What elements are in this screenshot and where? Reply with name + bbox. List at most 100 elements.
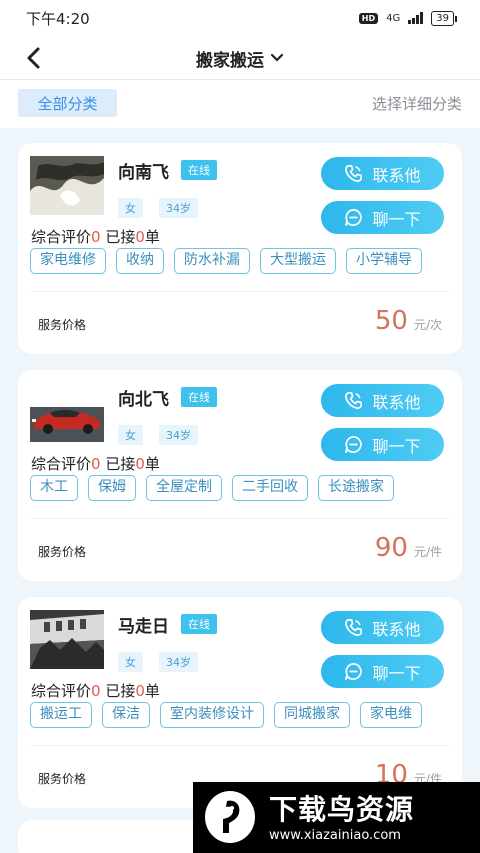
rating-label: 综合评价 <box>31 455 92 473</box>
skill-tag[interactable]: 家电维 <box>360 702 422 728</box>
chat-bubble-icon <box>345 663 363 680</box>
status-bar: 下午4:20 HD 4G 39 <box>0 0 480 36</box>
contact-button[interactable]: 联系他 <box>321 157 444 190</box>
chat-button[interactable]: 聊一下 <box>321 201 444 234</box>
skill-tag[interactable]: 同城搬家 <box>274 702 350 728</box>
chat-label: 聊一下 <box>372 438 421 456</box>
price-label: 服务价格 <box>38 772 87 786</box>
status-time: 下午4:20 <box>26 9 90 28</box>
provider-card[interactable]: 向北飞 在线 女 34岁 综合评价0 已接0单 联系他 聊一下 木工 保姆 全屋… <box>18 370 462 581</box>
rating-value: 0 <box>91 455 101 473</box>
status-icons: HD 4G 39 <box>358 10 457 26</box>
online-badge: 在线 <box>181 160 217 180</box>
skill-tag[interactable]: 室内装修设计 <box>160 702 264 728</box>
all-categories-button[interactable]: 全部分类 <box>18 89 117 117</box>
provider-name: 向南飞 <box>118 163 169 183</box>
watermark-url: www.xiazainiao.com <box>269 828 401 843</box>
chat-bubble-icon <box>345 436 363 453</box>
battery-icon: 39 <box>431 10 457 26</box>
avatar <box>30 156 104 215</box>
avatar <box>30 610 104 669</box>
contact-button[interactable]: 联系他 <box>321 384 444 417</box>
avatar <box>30 383 104 442</box>
taken-suffix: 单 <box>144 455 160 473</box>
skill-tag[interactable]: 二手回收 <box>232 475 308 501</box>
gender-tag: 女 <box>118 198 143 218</box>
divider <box>31 745 449 746</box>
price: 50 元/次 <box>375 306 442 336</box>
chat-button[interactable]: 聊一下 <box>321 655 444 688</box>
phone-icon <box>345 619 363 636</box>
skill-tags: 搬运工 保洁 室内装修设计 同城搬家 家电维 <box>30 702 462 730</box>
watermark-overlay: 下载鸟资源 www.xiazainiao.com <box>193 782 480 853</box>
skill-tag[interactable]: 小学辅导 <box>346 248 422 274</box>
back-arrow-icon[interactable] <box>20 44 48 72</box>
online-badge: 在线 <box>181 614 217 634</box>
skill-tag[interactable]: 家电维修 <box>30 248 106 274</box>
signal-icon <box>408 12 424 24</box>
price-label: 服务价格 <box>38 318 87 332</box>
age-tag: 34岁 <box>159 198 198 218</box>
price-unit: 元/件 <box>413 545 442 559</box>
price: 90 元/件 <box>375 533 442 563</box>
taken-suffix: 单 <box>144 228 160 246</box>
price-value: 50 <box>374 306 408 336</box>
taken-prefix: 已接 <box>105 228 136 246</box>
network-label: 4G <box>386 12 401 24</box>
taken-prefix: 已接 <box>105 455 136 473</box>
skill-tag[interactable]: 防水补漏 <box>174 248 250 274</box>
nav-bar: 搬家搬运 <box>0 36 480 80</box>
contact-button[interactable]: 联系他 <box>321 611 444 644</box>
page-title: 搬家搬运 <box>196 50 264 71</box>
skill-tag[interactable]: 大型搬运 <box>260 248 336 274</box>
contact-label: 联系他 <box>372 621 421 639</box>
contact-label: 联系他 <box>372 167 421 185</box>
skill-tag[interactable]: 保姆 <box>88 475 136 501</box>
rating-value: 0 <box>91 682 101 700</box>
rating-summary: 综合评价0 已接0单 <box>31 226 160 247</box>
chat-label: 聊一下 <box>372 211 421 229</box>
contact-label: 联系他 <box>372 394 421 412</box>
rating-summary: 综合评价0 已接0单 <box>31 453 160 474</box>
rating-label: 综合评价 <box>31 682 92 700</box>
skill-tag[interactable]: 木工 <box>30 475 78 501</box>
price-label: 服务价格 <box>38 545 87 559</box>
bird-logo-icon <box>205 791 255 843</box>
skill-tags: 木工 保姆 全屋定制 二手回收 长途搬家 <box>30 475 462 503</box>
taken-prefix: 已接 <box>105 682 136 700</box>
chevron-down-icon <box>270 53 284 62</box>
divider <box>31 518 449 519</box>
rating-summary: 综合评价0 已接0单 <box>31 680 160 701</box>
provider-name: 向北飞 <box>118 390 169 410</box>
age-tag: 34岁 <box>159 425 198 445</box>
price-value: 90 <box>374 533 408 563</box>
online-badge: 在线 <box>181 387 217 407</box>
taken-count: 0 <box>135 682 145 700</box>
taken-suffix: 单 <box>144 682 160 700</box>
watermark-title: 下载鸟资源 <box>269 793 415 826</box>
skill-tag[interactable]: 长途搬家 <box>318 475 394 501</box>
filter-bar: 全部分类 选择详细分类 <box>0 80 480 128</box>
provider-name: 马走日 <box>118 617 169 637</box>
taken-count: 0 <box>135 228 145 246</box>
skill-tag[interactable]: 搬运工 <box>30 702 92 728</box>
skill-tags: 家电维修 收纳 防水补漏 大型搬运 小学辅导 <box>30 248 462 276</box>
category-selector[interactable]: 搬家搬运 <box>0 36 480 80</box>
skill-tag[interactable]: 保洁 <box>102 702 150 728</box>
chat-button[interactable]: 聊一下 <box>321 428 444 461</box>
rating-value: 0 <box>91 228 101 246</box>
gender-tag: 女 <box>118 652 143 672</box>
provider-card[interactable]: 马走日 在线 女 34岁 综合评价0 已接0单 联系他 聊一下 搬运工 保洁 室… <box>18 597 462 808</box>
skill-tag[interactable]: 收纳 <box>116 248 164 274</box>
skill-tag[interactable]: 全屋定制 <box>146 475 222 501</box>
detail-category-selector[interactable]: 选择详细分类 <box>372 93 462 114</box>
price-unit: 元/次 <box>413 318 442 332</box>
chat-bubble-icon <box>345 209 363 226</box>
hd-icon: HD <box>358 12 379 24</box>
chat-label: 聊一下 <box>372 665 421 683</box>
rating-label: 综合评价 <box>31 228 92 246</box>
age-tag: 34岁 <box>159 652 198 672</box>
phone-icon <box>345 392 363 409</box>
phone-icon <box>345 165 363 182</box>
provider-card[interactable]: 向南飞 在线 女 34岁 综合评价0 已接0单 联系他 聊一下 家电维修 收纳 … <box>18 143 462 354</box>
